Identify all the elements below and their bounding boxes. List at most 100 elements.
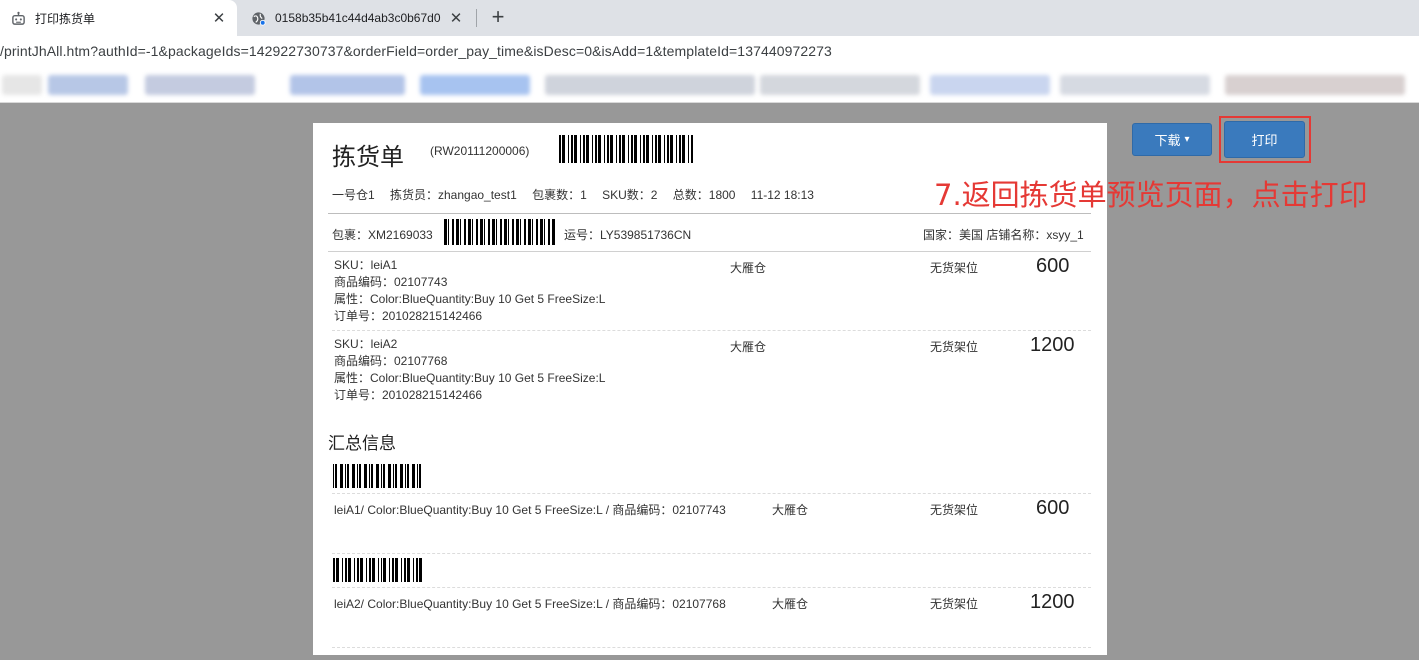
sheet-title: 拣货单	[332, 143, 404, 171]
barcode-bar	[407, 558, 411, 582]
download-button[interactable]: 下载 ▾	[1132, 123, 1212, 156]
summary-qty: 600	[1036, 497, 1070, 519]
barcode-bar	[536, 219, 538, 245]
item-order: 订单号：201028215142466	[334, 309, 483, 323]
barcode-bar	[401, 558, 403, 582]
new-tab-button[interactable]: +	[486, 6, 510, 30]
bookmark-item[interactable]	[420, 75, 530, 95]
barcode-bar	[679, 135, 681, 163]
address-bar[interactable]: /printJhAll.htm?authId=-1&packageIds=142…	[0, 36, 1419, 68]
barcode-bar	[682, 135, 685, 163]
barcode-bar	[456, 219, 459, 245]
item-qty: 1200	[1030, 334, 1075, 356]
barcode-bar	[622, 135, 625, 163]
barcode-bar	[571, 135, 573, 163]
barcode-bar	[628, 135, 629, 163]
barcode-bar	[335, 464, 337, 488]
barcode-bar	[393, 464, 394, 488]
caret-down-icon: ▾	[1184, 134, 1190, 145]
bookmark-item[interactable]	[2, 75, 42, 95]
barcode-bar	[371, 464, 373, 488]
barcode-bar	[333, 558, 335, 582]
barcode-bar	[395, 558, 399, 582]
barcode-bar	[368, 558, 371, 582]
barcode-bar	[664, 135, 665, 163]
barcode-bar	[619, 135, 621, 163]
barcode-bar	[407, 464, 409, 488]
summary-warehouse: 大雁仓	[772, 503, 809, 517]
barcode-bar	[640, 135, 641, 163]
item-qty: 600	[1036, 255, 1070, 277]
barcode-bar	[412, 464, 415, 488]
barcode-bar	[667, 135, 669, 163]
barcode-bar	[365, 558, 367, 582]
tab-print-picking[interactable]: 打印拣货单 ✕	[0, 0, 237, 36]
barcode-bar	[488, 219, 490, 245]
annotation-text: 7.返回拣货单预览页面，点击打印	[934, 178, 1368, 212]
barcode-bar	[504, 219, 507, 245]
close-tab-icon[interactable]: ✕	[209, 8, 229, 28]
barcode-bar	[444, 219, 447, 245]
barcode-bar	[448, 219, 449, 245]
divider	[332, 587, 1091, 588]
item-code: 商品编码：02107743	[334, 275, 448, 289]
close-tab-icon[interactable]: ✕	[446, 8, 466, 28]
sheet-barcode	[559, 135, 694, 163]
item-row: SKU：leiA1 商品编码：02107743 属性：Color:BlueQua…	[334, 257, 605, 325]
barcode-bar	[395, 464, 397, 488]
barcode-bar	[347, 558, 351, 582]
barcode-bar	[347, 464, 349, 488]
divider	[328, 251, 1091, 252]
bookmark-item[interactable]	[545, 75, 755, 95]
bookmark-item[interactable]	[930, 75, 1050, 95]
bookmark-item[interactable]	[48, 75, 128, 95]
barcode-bar	[340, 464, 343, 488]
divider	[332, 330, 1091, 331]
barcode-bar	[508, 219, 509, 245]
bookmark-item[interactable]	[290, 75, 405, 95]
barcode-bar	[404, 558, 407, 582]
tracking-label: 运号：LY539851736CN	[564, 228, 692, 242]
barcode-bar	[419, 558, 423, 582]
divider	[332, 647, 1091, 648]
summary-barcode	[333, 464, 425, 488]
barcode-bar	[452, 219, 454, 245]
barcode-bar	[586, 135, 589, 163]
sheet-meta: 一号仓1 拣货员：zhangao_test1 包裹数：1 SKU数：2 总数：1…	[332, 188, 814, 202]
summary-barcode	[333, 558, 425, 582]
item-warehouse: 大雁仓	[730, 340, 767, 354]
url-text[interactable]: /printJhAll.htm?authId=-1&packageIds=142…	[0, 43, 832, 59]
summary-warehouse: 大雁仓	[772, 597, 809, 611]
item-shelf: 无货架位	[930, 261, 979, 275]
barcode-bar	[464, 219, 466, 245]
sheet-code: (RW20111200006)	[430, 144, 530, 158]
summary-shelf: 无货架位	[930, 503, 979, 517]
barcode-bar	[460, 219, 461, 245]
barcode-bar	[364, 464, 367, 488]
barcode-bar	[634, 135, 637, 163]
barcode-bar	[484, 219, 485, 245]
bookmark-item[interactable]	[1225, 75, 1405, 95]
barcode-bar	[476, 219, 478, 245]
barcode-bar	[540, 219, 543, 245]
bookmark-item[interactable]	[1060, 75, 1210, 95]
item-order: 订单号：201028215142466	[334, 388, 483, 402]
summary-title: 汇总信息	[328, 434, 396, 454]
barcode-bar	[383, 558, 387, 582]
barcode-bar	[353, 558, 355, 582]
barcode-bar	[598, 135, 601, 163]
item-row: SKU：leiA2 商品编码：02107768 属性：Color:BlueQua…	[334, 336, 605, 404]
package-barcode	[444, 219, 556, 245]
barcode-bar	[369, 464, 370, 488]
item-shelf: 无货架位	[930, 340, 979, 354]
barcode-bar	[359, 464, 361, 488]
bookmark-item[interactable]	[145, 75, 255, 95]
barcode-bar	[419, 464, 421, 488]
tab-image[interactable]: 0158b35b41c44d4ab3c0b67d0 ✕	[240, 0, 474, 36]
barcode-bar	[388, 464, 391, 488]
tab-strip: 打印拣货单 ✕ 0158b35b41c44d4ab3c0b67d0 ✕ +	[0, 0, 1419, 36]
bookmark-item[interactable]	[760, 75, 920, 95]
barcode-bar	[562, 135, 565, 163]
barcode-bar	[413, 558, 415, 582]
item-code: 商品编码：02107768	[334, 354, 448, 368]
